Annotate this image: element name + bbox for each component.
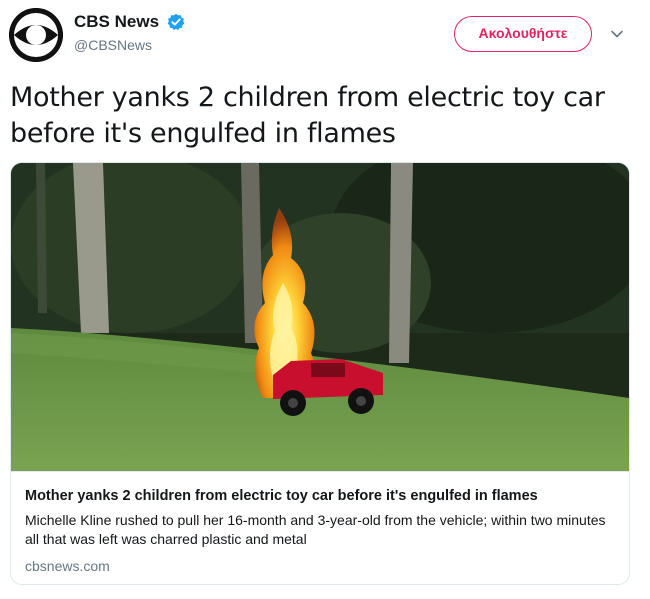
tweet-text: Mother yanks 2 children from electric to…	[10, 82, 605, 149]
card-body: Mother yanks 2 children from electric to…	[11, 471, 629, 584]
card-image[interactable]	[11, 163, 629, 471]
tweet: CBS News @CBSNews Ακολουθήστε Mother yan…	[0, 0, 650, 599]
link-card[interactable]: Mother yanks 2 children from electric to…	[10, 162, 630, 585]
verified-badge-icon	[168, 13, 185, 31]
author-handle[interactable]: @CBSNews	[74, 37, 185, 53]
card-domain[interactable]: cbsnews.com	[25, 557, 615, 575]
cbs-eye-logo-icon	[9, 8, 63, 62]
card-description: Michelle Kline rushed to pull her 16-mon…	[25, 512, 606, 547]
chevron-down-icon[interactable]	[610, 27, 624, 41]
author-block: CBS News @CBSNews	[74, 12, 185, 53]
follow-button[interactable]: Ακολουθήστε	[454, 16, 592, 52]
card-title[interactable]: Mother yanks 2 children from electric to…	[25, 487, 615, 505]
author-name[interactable]: CBS News	[74, 12, 159, 32]
avatar[interactable]	[9, 8, 63, 62]
